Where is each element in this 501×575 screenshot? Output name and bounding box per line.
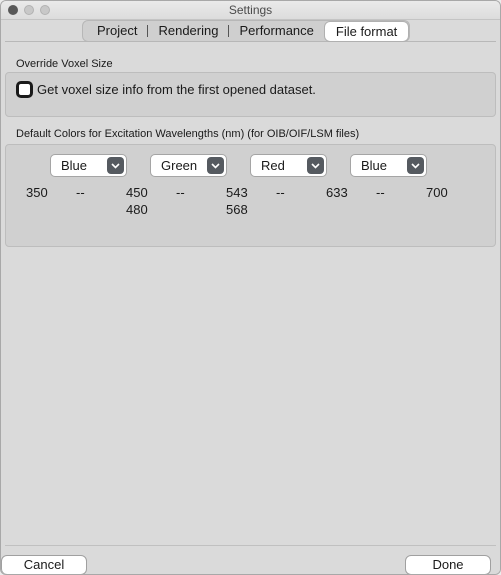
colors-group: Blue Green Red Blue 350 -- 450 480 -- 54… bbox=[5, 144, 496, 247]
wavelength-separator: -- bbox=[376, 185, 385, 200]
chevron-down-icon bbox=[107, 157, 124, 174]
tab-performance[interactable]: Performance bbox=[237, 21, 315, 41]
voxel-size-checkbox-label[interactable]: Get voxel size info from the first opene… bbox=[37, 82, 316, 97]
tab-project[interactable]: Project bbox=[95, 21, 139, 41]
voxel-group: Get voxel size info from the first opene… bbox=[5, 72, 496, 117]
color-select-2[interactable]: Green bbox=[150, 154, 227, 177]
color-select-1[interactable]: Blue bbox=[50, 154, 127, 177]
wavelength-label: 633 bbox=[326, 185, 348, 200]
chevron-down-icon bbox=[407, 157, 424, 174]
title-bar: Settings bbox=[1, 1, 500, 20]
wavelength-label: 568 bbox=[226, 202, 248, 217]
tab-bar: Project Rendering Performance File forma… bbox=[82, 20, 411, 42]
wavelength-label: 543 bbox=[226, 185, 248, 200]
wavelength-label: 700 bbox=[426, 185, 448, 200]
color-select-3[interactable]: Red bbox=[250, 154, 327, 177]
window-title: Settings bbox=[228, 3, 273, 17]
voxel-size-checkbox[interactable] bbox=[16, 81, 33, 98]
wavelength-label: 480 bbox=[126, 202, 148, 217]
color-select-2-value: Green bbox=[161, 158, 198, 173]
color-select-4-value: Blue bbox=[361, 158, 388, 173]
voxel-section-title: Override Voxel Size bbox=[16, 58, 113, 70]
done-button[interactable]: Done bbox=[405, 555, 491, 574]
chevron-down-icon bbox=[207, 157, 224, 174]
chevron-down-icon bbox=[307, 157, 324, 174]
tab-separator bbox=[228, 25, 230, 37]
color-select-4[interactable]: Blue bbox=[350, 154, 427, 177]
wavelength-separator: -- bbox=[276, 185, 285, 200]
tab-separator bbox=[147, 25, 149, 37]
footer-divider bbox=[5, 545, 496, 546]
cancel-button[interactable]: Cancel bbox=[1, 555, 87, 574]
settings-content: Project Rendering Performance File forma… bbox=[1, 20, 500, 574]
wavelength-separator: -- bbox=[76, 185, 85, 200]
wavelength-label: 350 bbox=[26, 185, 48, 200]
tab-file-format[interactable]: File format bbox=[323, 20, 410, 42]
wavelength-separator: -- bbox=[176, 185, 185, 200]
color-select-3-value: Red bbox=[261, 158, 285, 173]
tab-rendering[interactable]: Rendering bbox=[156, 21, 220, 41]
wavelength-label: 450 bbox=[126, 185, 148, 200]
color-select-1-value: Blue bbox=[61, 158, 88, 173]
settings-window: Settings Project Rendering Performance F… bbox=[0, 0, 501, 575]
colors-section-title: Default Colors for Excitation Wavelength… bbox=[16, 128, 360, 140]
